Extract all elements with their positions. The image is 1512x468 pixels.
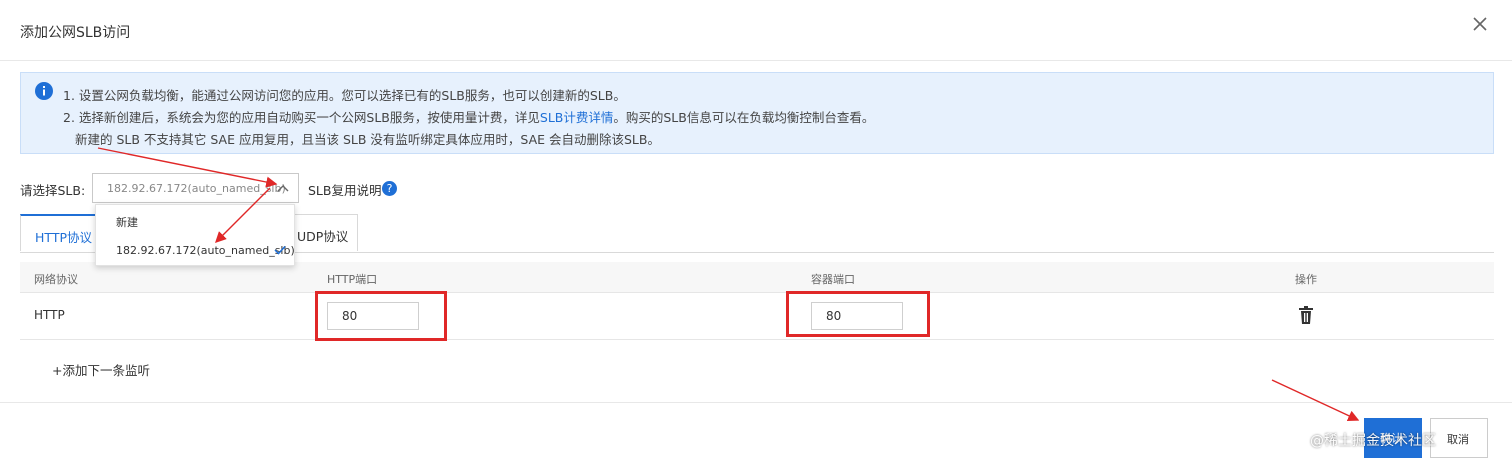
add-listener-button[interactable]: +添加下一条监听 xyxy=(20,348,180,384)
trash-icon[interactable] xyxy=(1298,306,1314,324)
dropdown-option-existing-slb[interactable]: 182.92.67.172(auto_named_slb) xyxy=(96,237,295,265)
watermark: @稀土掘金技术社区 xyxy=(1310,433,1436,449)
dropdown-option-new[interactable]: 新建 xyxy=(96,207,294,235)
arrow-to-confirm xyxy=(1271,379,1360,421)
table-row: HTTP 80 80 xyxy=(20,293,1494,340)
footer-divider xyxy=(0,402,1512,403)
help-icon[interactable]: ? xyxy=(382,181,397,196)
notice-line-3: 新建的 SLB 不支持其它 SAE 应用复用，且当该 SLB 没有监听绑定具体应… xyxy=(75,132,660,147)
highlight-container-port xyxy=(786,291,930,337)
header-actions: 操作 xyxy=(1295,273,1317,286)
check-icon xyxy=(274,245,286,255)
header-protocol: 网络协议 xyxy=(34,273,78,286)
cell-protocol: HTTP xyxy=(34,308,65,322)
dialog-title: 添加公网SLB访问 xyxy=(20,25,131,41)
slb-reuse-help-text: SLB复用说明 xyxy=(308,183,382,198)
slb-select-label: 请选择SLB: xyxy=(20,183,86,198)
slb-dropdown: 新建 182.92.67.172(auto_named_slb) xyxy=(95,204,295,266)
close-icon xyxy=(1473,17,1487,31)
header-http-port: HTTP端口 xyxy=(327,273,378,286)
dialog-header: 添加公网SLB访问 xyxy=(0,0,1512,61)
cancel-button[interactable]: 取消 xyxy=(1430,418,1488,458)
slb-select[interactable]: 182.92.67.172(auto_named_slb) xyxy=(92,173,299,203)
slb-billing-link[interactable]: SLB计费详情 xyxy=(540,110,613,125)
tab-udp[interactable]: UDP协议 xyxy=(288,214,358,251)
highlight-http-port xyxy=(315,291,447,341)
notice-line-1: 1. 设置公网负载均衡，能通过公网访问您的应用。您可以选择已有的SLB服务，也可… xyxy=(63,88,626,103)
notice-line-2: 2. 选择新创建后，系统会为您的应用自动购买一个公网SLB服务，按使用量计费，详… xyxy=(63,110,875,125)
info-notice: 1. 设置公网负载均衡，能通过公网访问您的应用。您可以选择已有的SLB服务，也可… xyxy=(20,72,1494,154)
header-container-port: 容器端口 xyxy=(811,273,855,286)
close-button[interactable] xyxy=(1468,12,1492,36)
chevron-up-icon xyxy=(277,185,289,192)
info-icon xyxy=(35,82,53,100)
listener-table: 网络协议 HTTP端口 容器端口 操作 HTTP 80 80 xyxy=(20,262,1494,340)
table-header: 网络协议 HTTP端口 容器端口 操作 xyxy=(20,262,1494,293)
slb-selected-value: 182.92.67.172(auto_named_slb) xyxy=(107,182,286,195)
